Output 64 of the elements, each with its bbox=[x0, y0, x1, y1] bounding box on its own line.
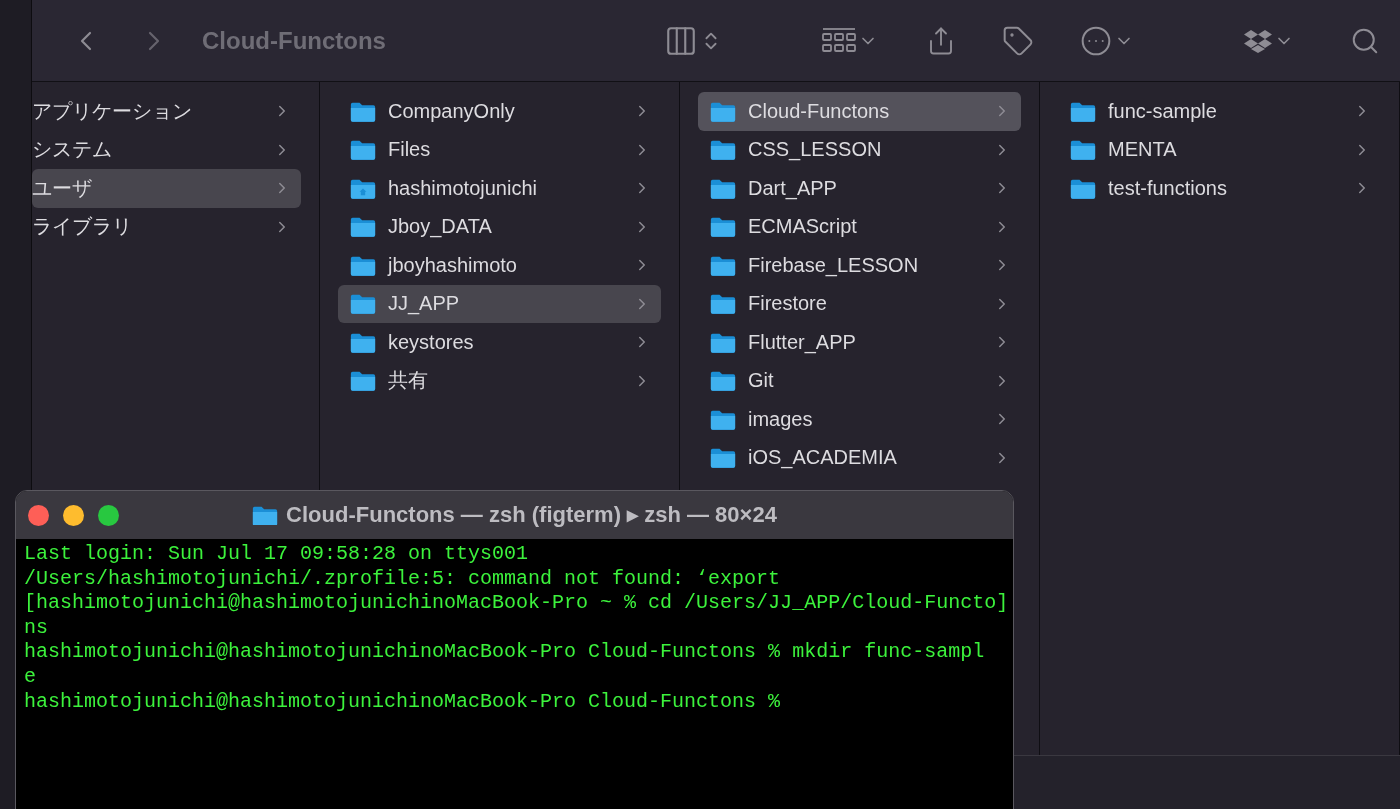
folder-icon bbox=[1070, 100, 1096, 122]
ellipsis-circle-icon bbox=[1080, 24, 1112, 57]
folder-item[interactable]: Firebase_LESSON bbox=[698, 246, 1021, 285]
zoom-button[interactable] bbox=[98, 504, 119, 526]
folder-icon bbox=[710, 447, 736, 469]
terminal-title: Cloud-Functons — zsh (figterm) ▸ zsh — 80×24 bbox=[286, 502, 777, 528]
folder-item[interactable]: 共有 bbox=[338, 361, 661, 400]
folder-icon bbox=[252, 504, 279, 526]
folder-item[interactable]: jboyhashimoto bbox=[338, 246, 661, 285]
folder-item[interactable]: ライブラリ bbox=[32, 207, 301, 246]
folder-icon bbox=[350, 254, 376, 276]
tag-icon bbox=[1002, 24, 1034, 57]
folder-item[interactable]: ECMAScript bbox=[698, 207, 1021, 246]
terminal-line: Last login: Sun Jul 17 09:58:28 on ttys001 bbox=[24, 542, 530, 567]
folder-icon bbox=[710, 100, 736, 122]
folder-item[interactable]: Dart_APP bbox=[698, 169, 1021, 208]
folder-icon bbox=[710, 293, 736, 315]
folder-item[interactable]: JJ_APP bbox=[338, 284, 661, 323]
folder-item[interactable]: keystores bbox=[338, 323, 661, 362]
folder-icon bbox=[710, 370, 736, 392]
terminal-line: hashimotojunichi@hashimotojunichinoMacBook-Pro Cloud-Functons % mkdir func-sampl bbox=[24, 640, 986, 665]
folder-icon bbox=[710, 216, 736, 238]
folder-icon bbox=[350, 100, 376, 122]
folder-item[interactable]: システム bbox=[32, 130, 301, 169]
boxes-icon bbox=[1244, 28, 1272, 53]
grid-icon bbox=[822, 26, 856, 55]
folder-item[interactable]: Firestore bbox=[698, 284, 1021, 323]
terminal-line: [hashimotojunichi@hashimotojunichinoMacBook-Pro ~ % cd /Users/JJ_APP/Cloud-Functo] bbox=[24, 591, 1010, 616]
folder-item[interactable]: Cloud-Functons bbox=[698, 92, 1021, 131]
folder-item[interactable]: iOS_ACADEMIA bbox=[698, 438, 1021, 477]
tag-button[interactable] bbox=[1002, 24, 1034, 57]
terminal-line: e bbox=[24, 664, 37, 690]
folder-item[interactable]: Jboy_DATA bbox=[338, 207, 661, 246]
folder-icon bbox=[710, 139, 736, 161]
folder-item[interactable]: Flutter_APP bbox=[698, 323, 1021, 362]
folder-item[interactable]: images bbox=[698, 400, 1021, 439]
folder-icon bbox=[350, 293, 376, 315]
folder-item[interactable]: ユーザ bbox=[32, 169, 301, 208]
folder-icon bbox=[350, 331, 376, 353]
terminal-line: hashimotojunichi@hashimotojunichinoMacBook-Pro Cloud-Functons % bbox=[24, 689, 782, 715]
close-button[interactable] bbox=[28, 504, 49, 526]
folder-item[interactable]: CSS_LESSON bbox=[698, 130, 1021, 169]
folder-item[interactable]: MENTA bbox=[1058, 130, 1381, 169]
folder-icon bbox=[710, 408, 736, 430]
folder-item[interactable]: Git bbox=[698, 361, 1021, 400]
window-title: Cloud-Functons bbox=[202, 26, 386, 55]
folder-item[interactable]: CompanyOnly bbox=[338, 92, 661, 131]
terminal-line: ns bbox=[24, 615, 49, 641]
folder-item[interactable]: test-functions bbox=[1058, 169, 1381, 208]
folder-icon bbox=[1070, 177, 1096, 199]
folder-icon bbox=[350, 370, 376, 392]
minimize-button[interactable] bbox=[63, 504, 84, 526]
folder-item[interactable]: func-sample bbox=[1058, 92, 1381, 131]
folder-icon bbox=[1070, 139, 1096, 161]
folder-icon bbox=[710, 254, 736, 276]
folder-icon bbox=[710, 331, 736, 353]
folder-icon bbox=[350, 216, 376, 238]
folder-item[interactable]: hashimotojunichi bbox=[338, 169, 661, 208]
folder-icon bbox=[710, 177, 736, 199]
terminal-line: /Users/hashimotojunichi/.zprofile:5: command not found: ‘export bbox=[24, 566, 782, 592]
folder-item[interactable]: アプリケーション bbox=[32, 92, 301, 131]
folder-item[interactable]: Files bbox=[338, 130, 661, 169]
home-folder-icon bbox=[350, 177, 376, 199]
folder-icon bbox=[350, 139, 376, 161]
